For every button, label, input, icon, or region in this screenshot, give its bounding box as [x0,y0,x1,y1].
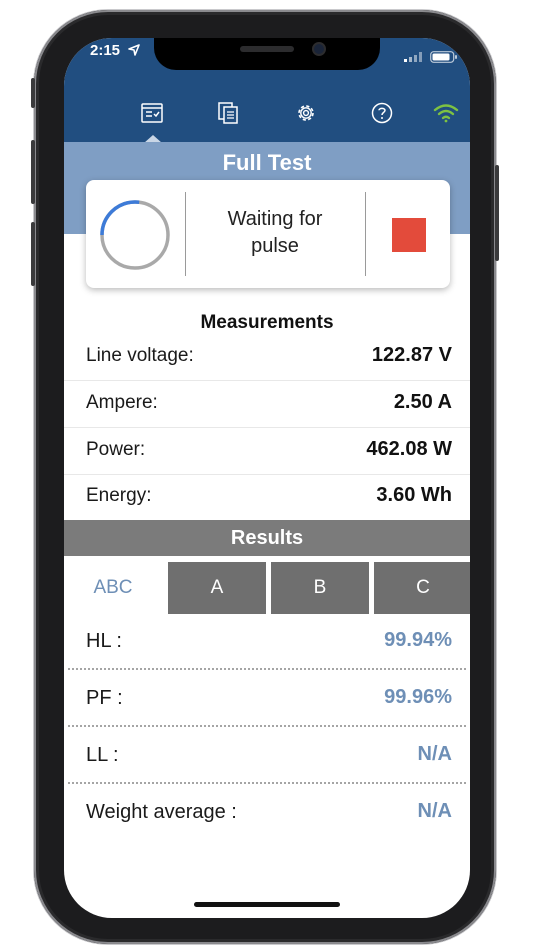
test-status-text: Waiting for pulse [186,206,364,260]
tab-connection[interactable] [426,98,466,128]
tab-settings[interactable] [286,98,326,128]
measurement-row: Line voltage: 122.87 V [64,334,470,381]
result-label: Weight average : [86,801,237,823]
dotted-divider [68,782,466,784]
phase-tab-abc[interactable]: ABC [64,562,162,614]
home-indicator [194,902,340,907]
tab-help[interactable] [362,98,402,128]
app-screen: 2:15 Full Test Waiting for pulse Measure… [64,38,470,918]
tab-test[interactable] [132,98,172,128]
cellular-signal-icon [404,52,422,62]
result-row: LL : N/A [64,728,470,784]
gear-icon [298,105,314,121]
status-time: 2:15 [90,42,121,59]
page-title: Full Test [222,150,312,175]
measurement-row: Power: 462.08 W [64,428,470,475]
measurement-value: 462.08 W [366,438,452,460]
wifi-icon [433,104,459,123]
earpiece-speaker [240,46,294,52]
measurement-value: 2.50 A [393,391,452,413]
volume-down-button [31,222,35,286]
dotted-divider [68,668,466,670]
measurement-label: Line voltage: [86,345,194,366]
help-icon [371,102,393,124]
result-value: 99.94% [384,629,452,651]
phase-tab-c[interactable]: C [374,562,470,614]
volume-up-button [31,140,35,204]
measurement-label: Ampere: [86,392,158,413]
progress-ring [100,200,170,270]
copy-docs-icon [218,102,238,124]
measurement-label: Power: [86,439,146,460]
tab-documents[interactable] [208,98,248,128]
top-tab-bar [64,98,470,142]
result-label: LL : [86,744,119,766]
result-value: N/A [417,800,452,822]
measurement-label: Energy: [86,485,152,506]
measurement-row: Energy: 3.60 Wh [64,474,470,520]
checklist-icon [141,103,163,123]
card-divider [365,192,366,276]
result-row: HL : 99.94% [64,614,470,670]
location-arrow-icon [128,44,140,56]
measurement-value: 3.60 Wh [376,484,452,506]
dotted-divider [68,725,466,727]
result-value: 99.96% [384,686,452,708]
results-header: Results [64,520,470,556]
measurement-value: 122.87 V [371,344,452,366]
result-value: N/A [417,743,452,765]
measurement-row: Ampere: 2.50 A [64,381,470,428]
phase-tab-b[interactable]: B [271,562,369,614]
measurements-title: Measurements [200,312,334,333]
status-line-1: Waiting for [227,208,323,230]
battery-icon [430,51,457,63]
stop-button[interactable] [392,218,426,252]
result-row: Weight average : N/A [64,785,470,841]
result-row: PF : 99.96% [64,671,470,727]
result-label: PF : [86,687,123,709]
front-camera [312,42,326,56]
power-button [495,165,499,261]
test-status-card: Waiting for pulse [86,180,450,288]
result-label: HL : [86,630,122,652]
phone-notch [154,38,380,70]
status-line-2: pulse [251,235,299,257]
phase-tab-a[interactable]: A [168,562,266,614]
silent-switch [31,78,35,108]
